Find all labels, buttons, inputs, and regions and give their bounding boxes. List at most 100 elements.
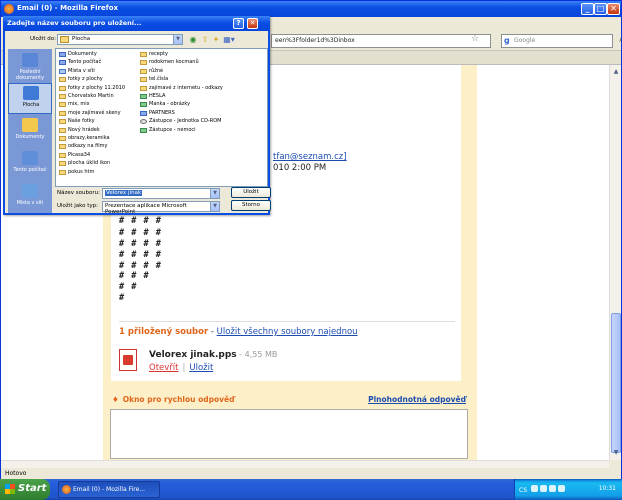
filetype-value: Prezentace aplikace Microsoft PowerPoint [105,203,187,215]
url-bar[interactable]: een%3Ffolder1d%3Dinbox [271,34,491,48]
attachment-summary: 1 přiložený soubor - Uložit všechny soub… [119,327,358,337]
help-button[interactable]: ? [233,18,244,29]
file-name: Místa v síti [68,67,95,74]
hash-line: # # # # [119,250,162,260]
place-recent[interactable]: Poslední dokumenty [8,51,52,82]
file-item[interactable]: odkazy na filmy [59,143,107,150]
place-desktop[interactable]: Plocha [8,83,52,114]
folder-icon [59,94,66,99]
up-folder-icon[interactable]: ⇧ [200,35,210,45]
file-item[interactable]: tel.čísla [140,76,168,83]
file-list[interactable]: Dokumenty Tento počítač Místa v síti fotky … [55,48,268,187]
image-icon [140,127,147,133]
folder-icon [59,136,66,141]
file-item[interactable]: Manka - obrázky [140,101,190,108]
bullet-icon: ♦ [112,395,119,404]
image-icon [140,94,147,99]
sender-email-link[interactable]: tfan@seznam.cz] [273,152,347,162]
taskbar-firefox-button[interactable]: Email (0) - Mozilla Fire... [58,481,160,498]
file-name: PARTNERS [149,109,175,116]
file-item[interactable]: PARTNERS [140,110,175,117]
start-button[interactable]: Start [0,479,50,500]
save-in-label: Uložit do: [30,36,56,42]
folder-icon [59,169,66,175]
filetype-label: Uložit jako typ: [57,203,98,209]
system-folder-icon [59,52,66,57]
filename-input[interactable]: Velorex jinak ▼ [102,188,220,199]
file-item[interactable]: zajímavé z internetu - odkazy [140,85,223,92]
clock[interactable]: 10:31 [599,485,616,492]
view-menu-icon[interactable]: ▦▾ [222,35,236,45]
tray-icon[interactable] [539,485,547,492]
dialog-close-button[interactable]: ✕ [247,18,258,29]
file-item[interactable]: mix, mix [59,101,90,108]
file-name: Nový hrádek [68,126,100,133]
file-item[interactable]: pokus htm [59,169,94,176]
place-network[interactable]: Místa v síti [8,182,52,213]
tray-icon[interactable] [548,485,556,492]
file-item[interactable]: plocha úklid ikon [59,160,110,167]
new-folder-icon[interactable]: ✦ [211,35,221,45]
hash-line: # # # # [119,261,162,271]
maximize-button[interactable]: □ [594,3,607,15]
vertical-scrollbar[interactable]: ▲ ▼ [609,65,621,460]
file-item[interactable]: Naše fotky [59,118,95,125]
file-name: rodokmen kocmanů [149,59,199,66]
file-item[interactable]: Zástupce - Jednotka CD-ROM [140,118,221,125]
tray-icon[interactable] [557,485,565,492]
chevron-down-icon[interactable]: ▼ [210,189,219,198]
file-item[interactable]: Zástupce - nemoci [140,127,196,134]
chevron-down-icon[interactable]: ▼ [173,35,182,44]
save-button[interactable]: Uložit [231,187,271,198]
email-date: 010 2:00 PM [273,163,327,173]
open-attachment-link[interactable]: Otevřít [149,363,178,373]
bookmark-star-icon[interactable]: ☆ [471,34,479,44]
cancel-button[interactable]: Storno [231,200,271,211]
file-item[interactable]: Místa v síti [59,68,95,75]
file-name: Zástupce - Jednotka CD-ROM [149,118,222,125]
save-in-dropdown[interactable]: Plocha ▼ [57,34,183,45]
minimize-button[interactable]: _ [581,3,594,15]
place-computer[interactable]: Tento počítač [8,149,52,180]
close-button[interactable]: ✕ [607,3,620,15]
file-item[interactable]: růžné [140,68,163,75]
horizontal-scrollbar[interactable] [1,460,609,468]
file-item[interactable]: fotky z plochy [59,76,103,83]
save-all-link[interactable]: Uložit všechny soubory najednou [217,327,358,337]
save-attachment-link[interactable]: Uložit [189,363,213,373]
attachment-size: - 4,55 MB [236,350,278,359]
tray-icon[interactable] [530,485,538,492]
file-item[interactable]: HESLA [140,93,165,100]
file-item[interactable]: obrazy,keramika [59,135,110,142]
file-item[interactable]: Dokumenty [59,51,97,58]
file-item[interactable]: recepty [140,51,168,58]
firefox-titlebar: Email (0) - Mozilla Firefox _ □ ✕ [1,1,621,17]
quick-reply-textarea[interactable] [110,409,468,459]
file-item[interactable]: Nový hrádek [59,127,100,134]
file-name: recepty [149,51,168,57]
full-reply-link[interactable]: Plnohodnotná odpověď [368,395,466,404]
file-item[interactable]: Picasa34 [59,152,90,159]
network-places-icon [22,184,38,198]
scroll-down-icon[interactable]: ▼ [611,449,621,459]
file-item[interactable]: rodokmen kocmanů [140,59,199,66]
place-documents[interactable]: Dokumenty [8,116,52,147]
search-input[interactable]: g Google ⌕ [501,34,622,48]
folder-icon [140,85,147,91]
back-icon[interactable]: ◉ [188,35,198,45]
taskbar-firefox-label: Email (0) - Mozilla Fire... [73,486,146,493]
file-item[interactable]: fotky z plochy 11.2010 [59,85,125,92]
file-item[interactable]: Tento počítač [59,59,101,66]
scroll-up-icon[interactable]: ▲ [611,68,621,78]
chevron-down-icon[interactable]: ▼ [210,202,219,211]
file-name: plocha úklid ikon [68,160,111,167]
language-indicator[interactable]: CS [519,487,527,494]
scroll-thumb[interactable] [611,313,621,453]
file-name: HESLA [149,93,166,99]
file-item[interactable]: moje zajímavé skeny [59,110,121,117]
filetype-dropdown[interactable]: Prezentace aplikace Microsoft PowerPoint… [102,201,220,215]
file-item[interactable]: Chorvatsko Martin [59,93,114,100]
system-folder-icon [59,60,66,66]
windows-logo-icon [5,484,15,494]
firefox-icon [62,485,71,494]
